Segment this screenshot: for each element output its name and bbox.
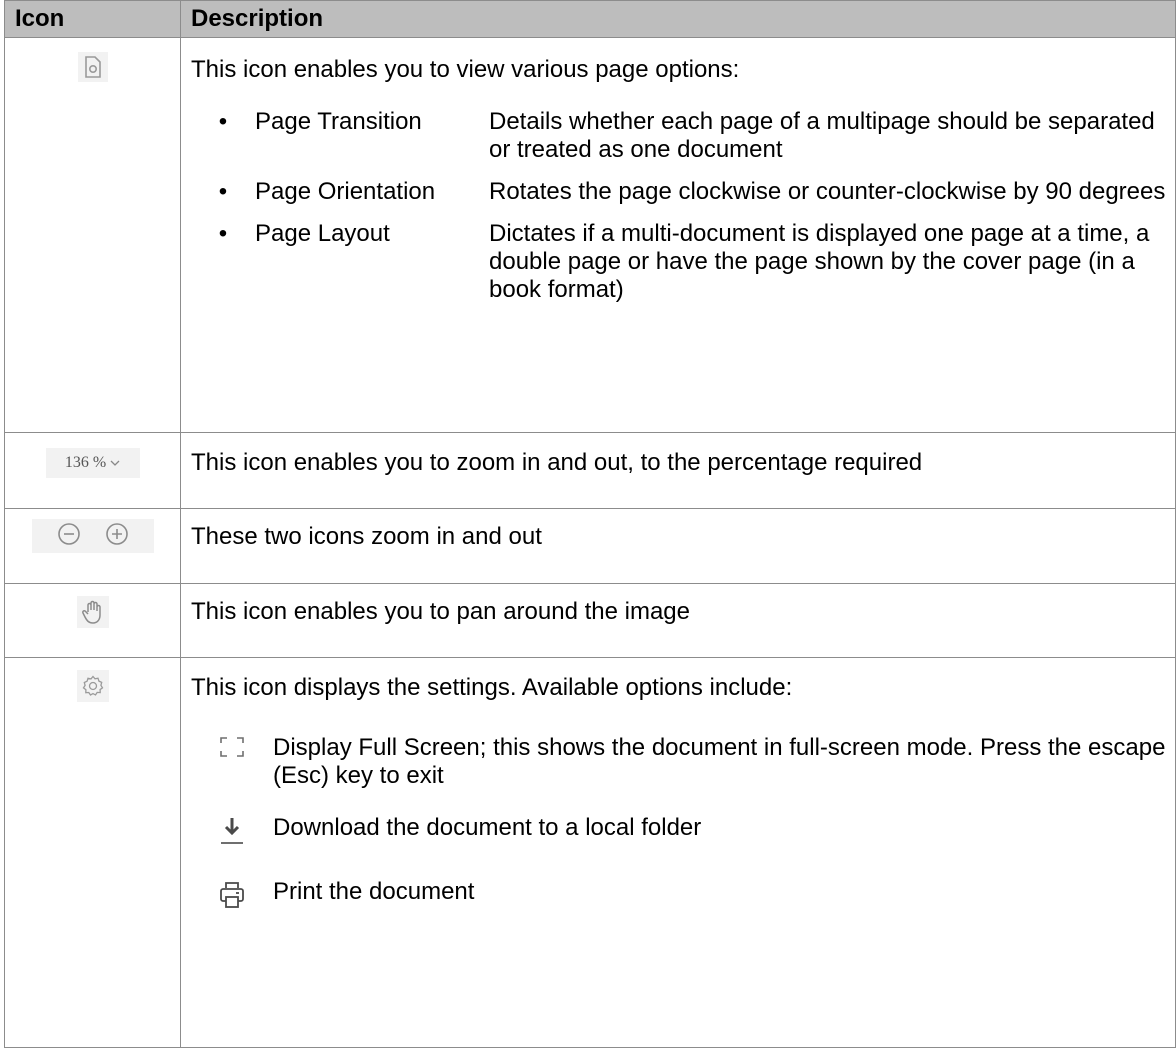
icon-cell: 136 %: [4, 432, 181, 509]
option-name: Page Orientation: [255, 178, 436, 205]
icon-description-table: Icon Description This icon enables you t…: [4, 0, 1176, 1048]
table-row: This icon displays the settings. Availab…: [4, 657, 1176, 1048]
option-description: Dictates if a multi-document is displaye…: [489, 220, 1150, 303]
table-row: This icon enables you to pan around the …: [4, 583, 1176, 658]
list-item: Print the document: [191, 878, 1175, 910]
option-description: Details whether each page of a multipage…: [489, 108, 1155, 163]
icon-column-header: Icon: [4, 0, 181, 38]
list-item: • Page Layout Dictates if a multi-docume…: [191, 220, 1175, 304]
page-options-icon: [77, 52, 108, 82]
list-item: Download the document to a local folder: [191, 814, 1175, 848]
settings-option-description: Download the document to a local folder: [273, 814, 702, 841]
option-description: Rotates the page clockwise or counter-cl…: [489, 178, 1166, 205]
bullet: •: [218, 178, 228, 205]
table-row: This icon enables you to view various pa…: [4, 37, 1176, 433]
page-options-intro: This icon enables you to view various pa…: [191, 56, 740, 83]
list-item: • Page Transition Details whether each p…: [191, 108, 1175, 164]
description-cell: This icon enables you to view various pa…: [180, 37, 1176, 433]
option-name: Page Layout: [255, 220, 390, 247]
icon-cell: [4, 508, 181, 584]
zoom-percent-dropdown: 136 %: [45, 448, 140, 478]
icon-cell: [4, 583, 181, 658]
description-cell: These two icons zoom in and out: [180, 508, 1176, 584]
bullet: •: [218, 220, 228, 247]
pan-description: This icon enables you to pan around the …: [191, 598, 690, 625]
settings-intro: This icon displays the settings. Availab…: [191, 674, 793, 701]
settings-option-description: Display Full Screen; this shows the docu…: [273, 734, 1166, 789]
gear-icon: [76, 670, 109, 702]
description-column-header: Description: [180, 0, 1176, 38]
icon-cell: [4, 37, 181, 433]
settings-option-description: Print the document: [273, 878, 475, 905]
bullet: •: [218, 108, 228, 135]
table-row: 136 % This icon enables you to zoom in a…: [4, 432, 1176, 509]
download-icon: [191, 814, 273, 848]
chevron-down-icon: [110, 454, 120, 472]
list-item: Display Full Screen; this shows the docu…: [191, 734, 1175, 790]
zoom-percent-value: 136 %: [64, 454, 107, 471]
table-row: These two icons zoom in and out: [4, 508, 1176, 584]
list-item: • Page Orientation Rotates the page cloc…: [191, 178, 1175, 206]
option-name: Page Transition: [255, 108, 422, 135]
zoom-in-icon: [104, 521, 130, 552]
description-cell: This icon enables you to zoom in and out…: [180, 432, 1176, 509]
header-row: Icon Description: [4, 0, 1176, 38]
hand-pan-icon: [76, 596, 109, 628]
zoom-out-icon: [56, 521, 82, 552]
description-cell: This icon displays the settings. Availab…: [180, 657, 1176, 1048]
zoom-percent-description: This icon enables you to zoom in and out…: [191, 449, 923, 476]
fullscreen-icon: [191, 734, 273, 758]
icon-cell: [4, 657, 181, 1048]
description-cell: This icon enables you to pan around the …: [180, 583, 1176, 658]
zoom-buttons-description: These two icons zoom in and out: [191, 523, 542, 550]
print-icon: [191, 878, 273, 910]
